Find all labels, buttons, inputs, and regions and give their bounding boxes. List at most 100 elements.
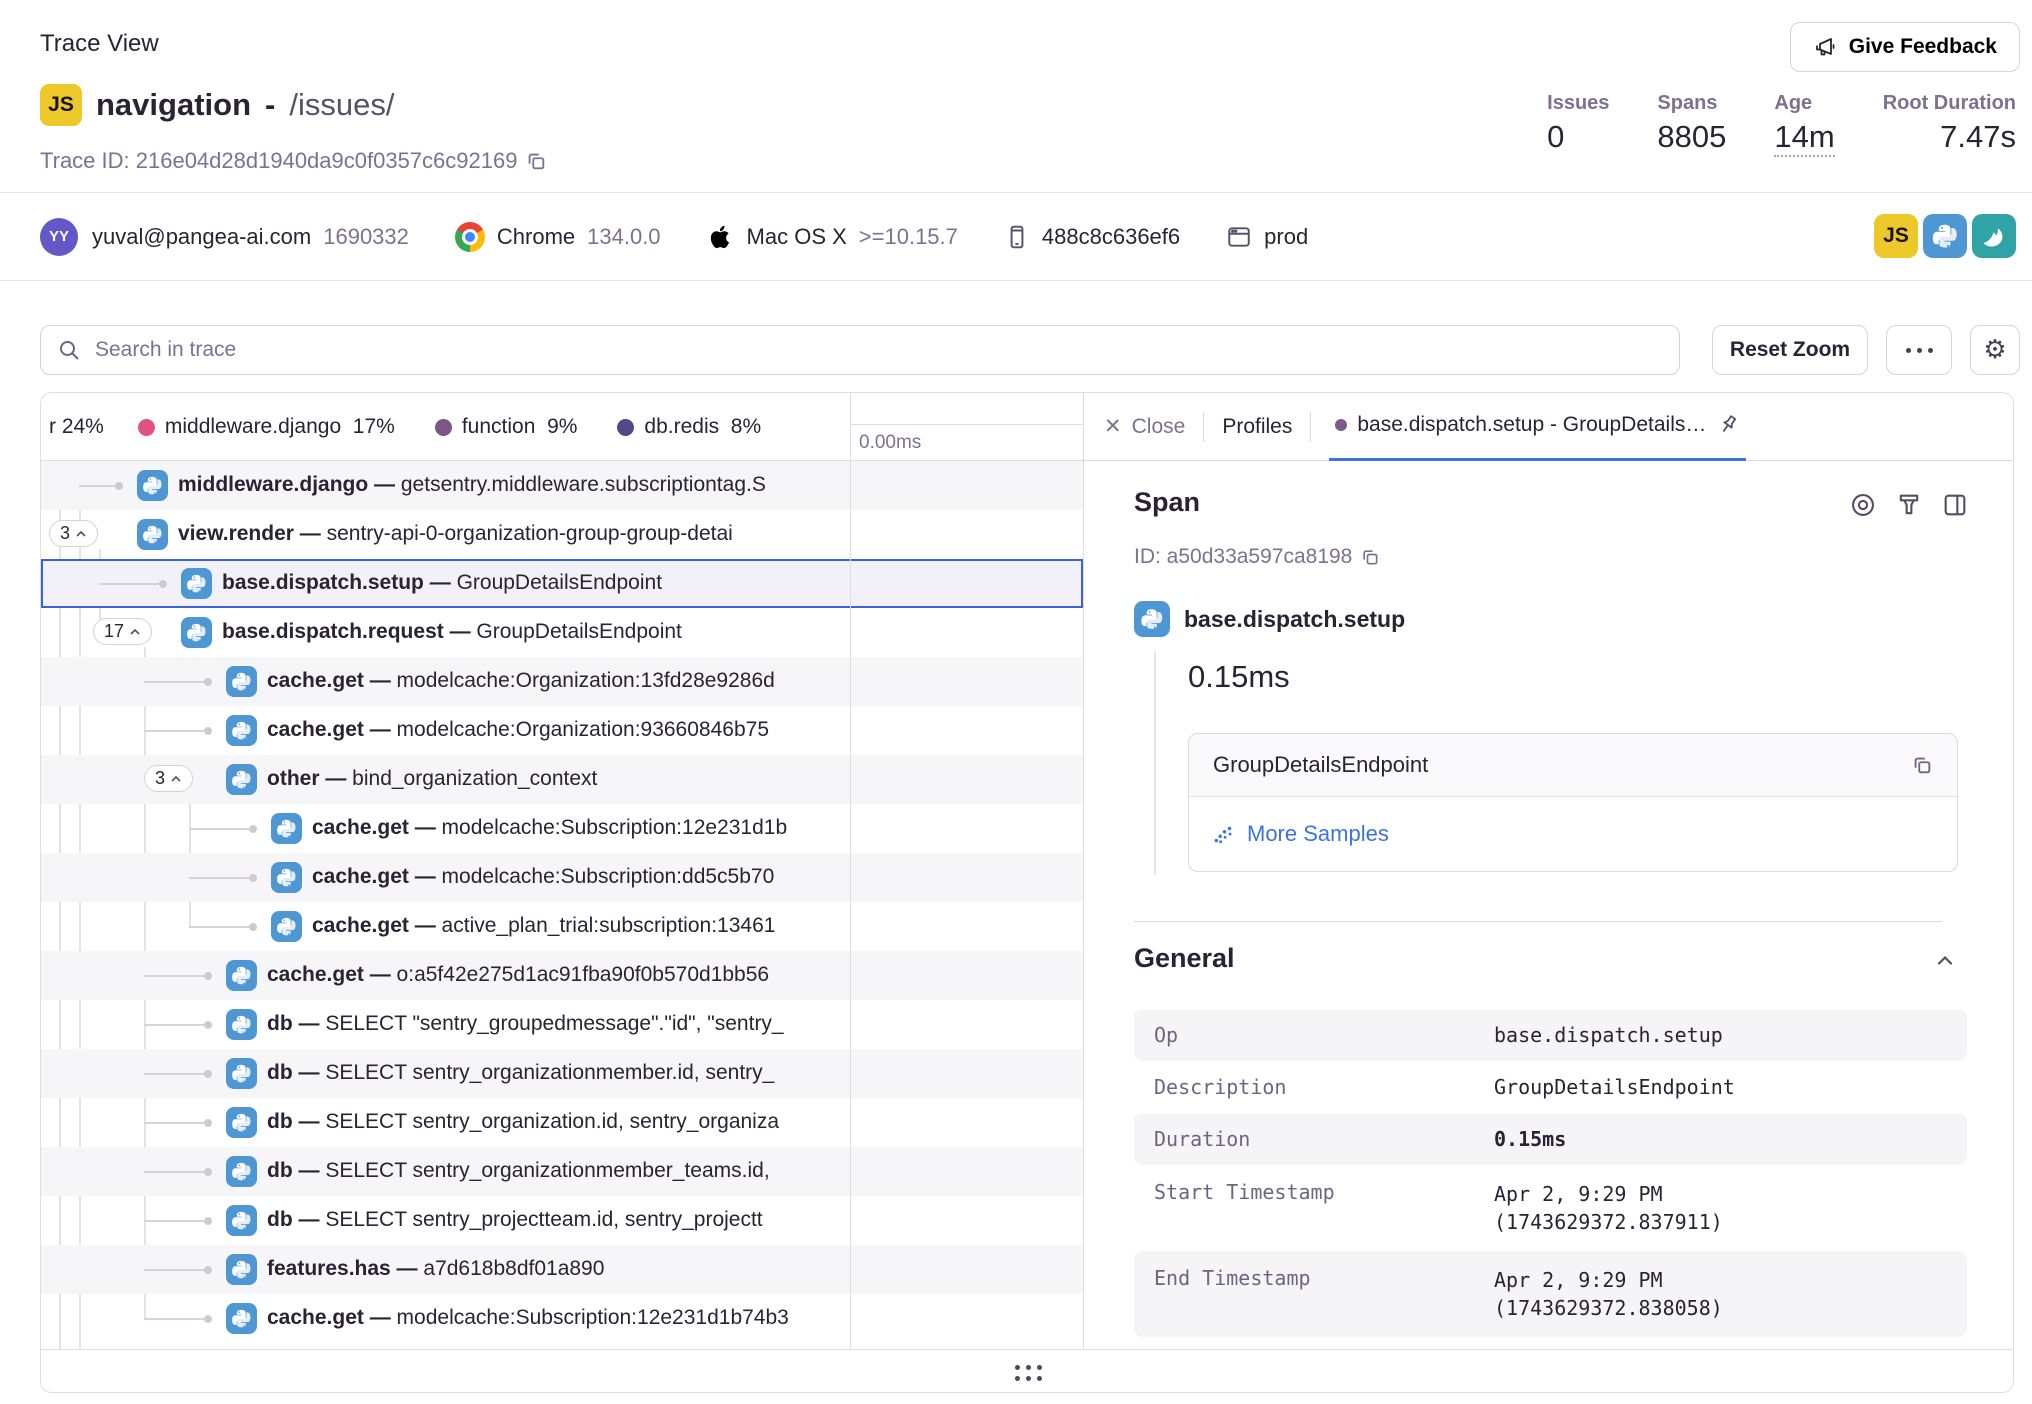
trace-view-screen: Trace View Give Feedback JS navigation -… (0, 0, 2032, 1404)
python-icon (181, 568, 212, 599)
connector-line (144, 1073, 204, 1075)
connector-line (144, 730, 204, 732)
span-row-label: middleware.django — getsentry.middleware… (178, 473, 766, 497)
general-row-start-timestamp: Start Timestamp Apr 2, 9:29 PM(174362937… (1134, 1165, 1967, 1251)
span-row-label: other — bind_organization_context (267, 767, 597, 791)
trace-span-row[interactable]: features.has — a7d618b8df01a890 (41, 1245, 1083, 1294)
span-op-name: base.dispatch.setup (1184, 606, 1405, 633)
device-icon (1004, 224, 1030, 250)
python-icon (226, 764, 257, 795)
environment: prod (1264, 224, 1308, 250)
trace-span-row[interactable]: 3 other — bind_organization_context (41, 755, 1083, 804)
give-feedback-button[interactable]: Give Feedback (1790, 22, 2020, 72)
general-section-heading: General (1134, 943, 1235, 974)
expand-collapse-chip[interactable]: 17 (93, 618, 152, 645)
connector-dot (159, 580, 167, 588)
focus-span-icon[interactable] (1849, 491, 1877, 519)
close-panel-button[interactable]: ✕ Close (1104, 414, 1185, 439)
reset-zoom-button[interactable]: Reset Zoom (1712, 325, 1868, 375)
trace-span-row[interactable]: cache.get — o:a5f42e275d1ac91fba90f0b570… (41, 951, 1083, 1000)
python-icon (226, 1107, 257, 1138)
trace-span-row[interactable]: 3 view.render — sentry-api-0-organization… (41, 510, 1083, 559)
span-description-card: GroupDetailsEndpoint More Sampl (1188, 733, 1958, 872)
tab-span-details[interactable]: base.dispatch.setup - GroupDetails… (1329, 393, 1746, 461)
python-icon (1134, 601, 1170, 637)
divider (1203, 412, 1204, 442)
trace-span-row[interactable]: cache.get — modelcache:Organization:13fd… (41, 657, 1083, 706)
trace-span-row[interactable]: cache.get — modelcache:Organization:9366… (41, 706, 1083, 755)
browser-name: Chrome (497, 224, 575, 250)
connector-line (144, 1122, 204, 1124)
connector-dot (115, 482, 123, 490)
collapse-chevron-icon[interactable] (1933, 949, 1957, 973)
python-icon (226, 1058, 257, 1089)
user-avatar: YY (40, 218, 78, 256)
more-samples-link[interactable]: More Samples (1247, 821, 1389, 847)
branch-line (1154, 651, 1156, 875)
legend-item[interactable]: db.redis 8% (617, 415, 761, 439)
legend-dot-icon (435, 419, 452, 436)
trace-span-row[interactable]: db — SELECT sentry_organizationmember_te… (41, 1147, 1083, 1196)
trace-span-row[interactable]: db — SELECT sentry_projectteam.id, sentr… (41, 1196, 1083, 1245)
divider (0, 280, 2032, 281)
copy-icon[interactable] (1911, 754, 1933, 776)
connector-line (144, 1171, 204, 1173)
apple-icon (707, 223, 735, 251)
general-row-end-timestamp: End Timestamp Apr 2, 9:29 PM(1743629372.… (1134, 1251, 1967, 1337)
span-duration: 0.15ms (1188, 659, 1290, 695)
trace-span-row[interactable]: 17base.dispatch.request — GroupDetailsEn… (41, 608, 1083, 657)
connector-dot (204, 1070, 212, 1078)
trace-span-row[interactable]: db — SELECT sentry_organizationmember.id… (41, 1049, 1083, 1098)
profile-samples-icon (1213, 823, 1235, 845)
span-row-label: view.render — sentry-api-0-organization-… (178, 522, 733, 546)
trace-span-row[interactable]: cache.get — modelcache:Subscription:dd5c… (41, 853, 1083, 902)
funnel-icon[interactable] (1895, 491, 1923, 519)
trace-span-row[interactable]: cache.get — modelcache:Subscription:12e2… (41, 1294, 1083, 1343)
span-tree: middleware.django — getsentry.middleware… (41, 461, 1083, 1349)
legend-item-clipped: r 24% (49, 415, 104, 439)
span-row-label: cache.get — modelcache:Organization:13fd… (267, 669, 775, 693)
general-table: Op base.dispatch.setup Description Group… (1134, 1009, 1967, 1337)
os-name: Mac OS X (747, 224, 847, 250)
trace-span-row[interactable]: db — SELECT sentry_organization.id, sent… (41, 1098, 1083, 1147)
divider (1310, 412, 1311, 442)
trace-subtitle: /issues/ (289, 87, 394, 123)
connector-dot (204, 1315, 212, 1323)
python-icon (226, 1009, 257, 1040)
trace-search[interactable] (40, 325, 1680, 375)
span-row-label: cache.get — active_plan_trial:subscripti… (312, 914, 775, 938)
more-options-button[interactable] (1886, 325, 1952, 375)
trace-span-row[interactable]: base.dispatch.setup — GroupDetailsEndpoi… (41, 559, 1083, 608)
span-row-label: cache.get — modelcache:Subscription:dd5c… (312, 865, 774, 889)
legend-item[interactable]: middleware.django 17% (138, 415, 395, 439)
copy-icon[interactable] (1360, 547, 1380, 567)
trace-span-row[interactable]: middleware.django — getsentry.middleware… (41, 461, 1083, 510)
expand-collapse-chip[interactable]: 3 (144, 765, 193, 792)
user-id: 1690332 (323, 224, 409, 250)
span-details-panel: ✕ Close Profiles base.dispatch.setup - G… (1083, 393, 2014, 1349)
legend-item[interactable]: function 9% (435, 415, 578, 439)
pin-icon[interactable] (1716, 413, 1740, 437)
trace-span-row[interactable]: cache.get — modelcache:Subscription:12e2… (41, 804, 1083, 853)
search-input[interactable] (93, 337, 1663, 363)
drag-handle[interactable] (1015, 1365, 1042, 1381)
split-panel-icon[interactable] (1941, 491, 1969, 519)
span-row-label: db — SELECT sentry_organization.id, sent… (267, 1110, 779, 1134)
python-icon (271, 862, 302, 893)
copy-icon[interactable] (525, 150, 547, 172)
settings-gear-button[interactable]: ⚙ (1970, 325, 2020, 375)
expand-collapse-chip[interactable]: 3 (49, 520, 98, 547)
python-icon (181, 617, 212, 648)
browser-version: 134.0.0 (587, 224, 660, 250)
connector-dot (249, 874, 257, 882)
search-icon (57, 338, 81, 362)
connector-line (144, 681, 204, 683)
trace-span-row[interactable]: cache.get — active_plan_trial:subscripti… (41, 902, 1083, 951)
tab-profiles[interactable]: Profiles (1222, 415, 1292, 439)
python-badge-icon (1923, 214, 1967, 258)
span-row-label: db — SELECT sentry_organizationmember_te… (267, 1159, 770, 1183)
trace-span-row[interactable]: db — SELECT "sentry_groupedmessage"."id"… (41, 1000, 1083, 1049)
close-icon: ✕ (1104, 414, 1122, 439)
ops-breakdown-legend: r 24% middleware.django 17% function 9% … (49, 393, 761, 461)
span-section-heading: Span (1134, 487, 1200, 518)
